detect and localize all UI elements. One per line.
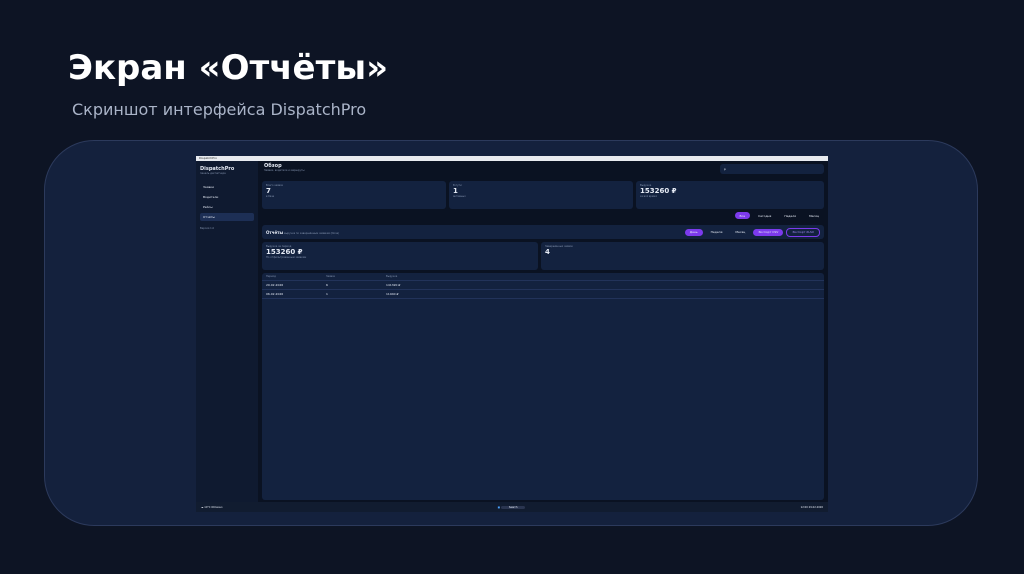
taskbar: ☁ 10°C Облачно ■ Search 12:00 29.02.2026 xyxy=(196,502,828,512)
weather-note: Облачно xyxy=(211,505,223,509)
col-revenue: Выручка xyxy=(386,275,398,278)
revenue-note: По отфильтрованным заявкам xyxy=(266,256,307,259)
weather-widget[interactable]: ☁ 10°C Облачно xyxy=(201,506,223,509)
period-week[interactable]: Неделя xyxy=(706,229,728,236)
table-row[interactable]: 29.02.2026 6 141320 ₽ xyxy=(262,281,824,290)
export-xlsx-button[interactable]: Экспорт XLSX xyxy=(786,227,820,237)
filter-bar: Все Сегодня Неделя Месяц xyxy=(732,212,824,219)
reports-subtitle: выручка по завершённым заявкам (Done) xyxy=(284,231,340,235)
app-window: DispatchPro DispatchPro панель диспетчер… xyxy=(196,156,828,512)
clock-time: 12:00 xyxy=(800,505,808,509)
cell: 29.02.2026 xyxy=(266,283,284,287)
export-csv-button[interactable]: Экспорт CSV xyxy=(753,228,784,236)
filter-week[interactable]: Неделя xyxy=(779,212,801,219)
cell: 6 xyxy=(326,283,328,287)
slide-subtitle: Скриншот интерфейса DispatchPro xyxy=(72,100,367,119)
stat-value: 153260 ₽ xyxy=(640,187,677,195)
filter-month[interactable]: Месяц xyxy=(804,212,824,219)
stat-card-revenue: Выручка 153260 ₽ за всё время xyxy=(636,181,824,209)
reports-header: Отчёты выручка по завершённым заявкам (D… xyxy=(262,225,824,239)
start-icon[interactable]: ■ xyxy=(498,506,500,509)
col-orders: Заявок xyxy=(326,275,336,278)
revenue-value: 153260 ₽ xyxy=(266,248,303,256)
stat-card-in-transit: В пути 1 активных xyxy=(449,181,633,209)
version: Версия 1.0 xyxy=(200,227,215,230)
page-subtitle: Заявки, водители и маршруты xyxy=(264,169,305,172)
period-month[interactable]: Месяц xyxy=(730,229,750,236)
reports-title: Отчёты xyxy=(266,229,284,235)
stat-note: в базе xyxy=(266,195,275,198)
taskbar-search[interactable]: Search xyxy=(500,505,526,509)
search-input[interactable]: р xyxy=(720,164,824,174)
table-header: Период Заявок Выручка xyxy=(262,273,824,281)
clock-date: 29.02.2026 xyxy=(808,505,823,509)
reports-table: Период Заявок Выручка 29.02.2026 6 141320 ₽ … xyxy=(262,273,824,500)
stat-value: 1 xyxy=(453,187,458,195)
sidebar-item-reports[interactable]: Отчёты xyxy=(200,213,254,221)
filter-all[interactable]: Все xyxy=(734,212,751,219)
slide-title: Экран «Отчёты» xyxy=(68,48,389,88)
cell: 11940 ₽ xyxy=(386,292,399,296)
sidebar-item-trips[interactable]: Рейсы xyxy=(200,203,254,211)
cell: 1 xyxy=(326,292,328,296)
col-period: Период xyxy=(266,275,276,278)
stat-note: за всё время xyxy=(640,195,657,198)
filter-today[interactable]: Сегодня xyxy=(753,212,776,219)
main-content: Обзор Заявки, водители и маршруты р Всег… xyxy=(262,161,824,502)
weather-temp: 10°C xyxy=(204,505,211,509)
period-day[interactable]: День xyxy=(684,228,703,236)
stat-note: активных xyxy=(453,195,466,198)
sidebar-item-drivers[interactable]: Водители xyxy=(200,193,254,201)
table-row[interactable]: 06.02.2026 1 11940 ₽ xyxy=(262,290,824,299)
stat-card-orders: Всего заявок 7 в базе xyxy=(262,181,446,209)
sidebar: DispatchPro панель диспетчера Заявки Вод… xyxy=(196,161,258,502)
stat-value: 7 xyxy=(266,187,271,195)
done-value: 4 xyxy=(545,248,550,256)
revenue-card: Выручка за период 153260 ₽ По отфильтров… xyxy=(262,242,538,270)
sidebar-item-orders[interactable]: Заявки xyxy=(200,183,254,191)
done-card: Завершённых заявок 4 xyxy=(541,242,824,270)
cell: 141320 ₽ xyxy=(386,283,401,287)
cell: 06.02.2026 xyxy=(266,292,284,296)
